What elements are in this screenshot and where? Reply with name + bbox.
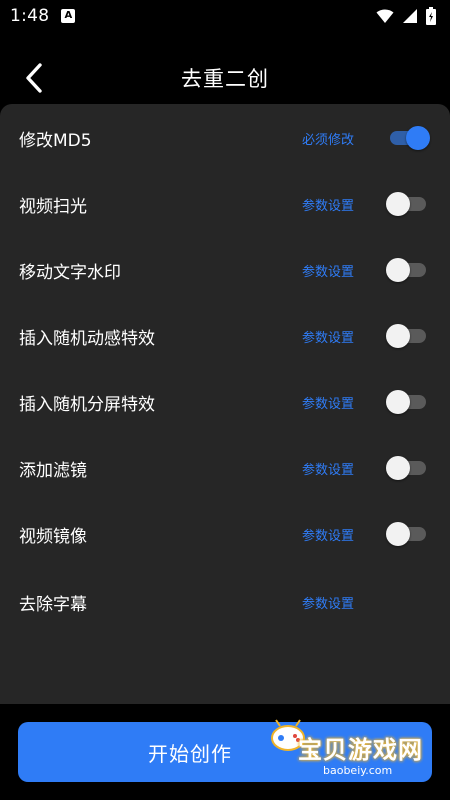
toggle-switch-filter[interactable]	[386, 456, 426, 480]
toggle-switch-md5[interactable]	[386, 126, 430, 150]
param-settings-link[interactable]: 参数设置	[302, 593, 354, 612]
a-badge-icon: A	[61, 9, 76, 23]
setting-row-moving-watermark: 移动文字水印 参数设置	[0, 246, 450, 294]
status-bar: 1:48 A	[0, 0, 450, 32]
back-button[interactable]	[16, 60, 52, 96]
status-time: 1:48	[10, 6, 50, 26]
toggle-thumb	[386, 390, 410, 414]
setting-label: 添加滤镜	[19, 460, 87, 481]
page-title: 去重二创	[181, 67, 269, 91]
toggle-switch-moving-watermark[interactable]	[386, 258, 426, 282]
wifi-icon	[376, 9, 394, 23]
toggle-thumb	[386, 324, 410, 348]
setting-label: 去除字幕	[19, 594, 87, 615]
app-screen: 1:48 A 去重二创 修改MD5 必须修改 视频扫光 参数设置 移动文字水印 …	[0, 0, 450, 800]
watermark-text: 宝贝游戏网	[298, 736, 423, 764]
toggle-switch-video-sweep[interactable]	[386, 192, 426, 216]
toggle-thumb	[386, 522, 410, 546]
app-header: 去重二创	[0, 50, 450, 106]
setting-row-filter: 添加滤镜 参数设置	[0, 444, 450, 492]
battery-icon	[426, 7, 436, 25]
setting-row-md5: 修改MD5 必须修改	[0, 114, 450, 162]
toggle-thumb	[386, 192, 410, 216]
watermark-url: baobeiy.com	[320, 764, 396, 777]
toggle-thumb	[406, 126, 430, 150]
start-creation-label: 开始创作	[148, 741, 232, 766]
setting-label: 插入随机动感特效	[19, 328, 155, 349]
setting-label: 插入随机分屏特效	[19, 394, 155, 415]
setting-row-split-screen: 插入随机分屏特效 参数设置	[0, 378, 450, 426]
toggle-thumb	[386, 456, 410, 480]
status-icons	[376, 7, 436, 25]
required-modify-link[interactable]: 必须修改	[302, 129, 354, 148]
setting-label: 移动文字水印	[19, 262, 121, 283]
setting-row-dynamic-effects: 插入随机动感特效 参数设置	[0, 312, 450, 360]
toggle-switch-split-screen[interactable]	[386, 390, 426, 414]
toggle-switch-dynamic-effects[interactable]	[386, 324, 426, 348]
setting-row-mirror: 视频镜像 参数设置	[0, 510, 450, 558]
signal-icon	[403, 9, 417, 23]
param-settings-link[interactable]: 参数设置	[302, 525, 354, 544]
param-settings-link[interactable]: 参数设置	[302, 261, 354, 280]
setting-row-video-sweep: 视频扫光 参数设置	[0, 180, 450, 228]
param-settings-link[interactable]: 参数设置	[302, 195, 354, 214]
toggle-thumb	[386, 258, 410, 282]
chevron-left-icon	[26, 63, 42, 93]
settings-panel: 修改MD5 必须修改 视频扫光 参数设置 移动文字水印 参数设置 插入随机动感特…	[0, 104, 450, 704]
setting-label: 修改MD5	[19, 130, 92, 151]
site-watermark: 宝贝游戏网 baobeiy.com	[268, 714, 428, 784]
bottom-bar: 开始创作 宝贝游戏网 baobeiy.com	[0, 704, 450, 800]
setting-label: 视频扫光	[19, 196, 87, 217]
setting-row-remove-subtitles: 去除字幕 参数设置	[0, 578, 450, 626]
param-settings-link[interactable]: 参数设置	[302, 459, 354, 478]
toggle-switch-mirror[interactable]	[386, 522, 426, 546]
param-settings-link[interactable]: 参数设置	[302, 327, 354, 346]
setting-label: 视频镜像	[19, 526, 87, 547]
param-settings-link[interactable]: 参数设置	[302, 393, 354, 412]
